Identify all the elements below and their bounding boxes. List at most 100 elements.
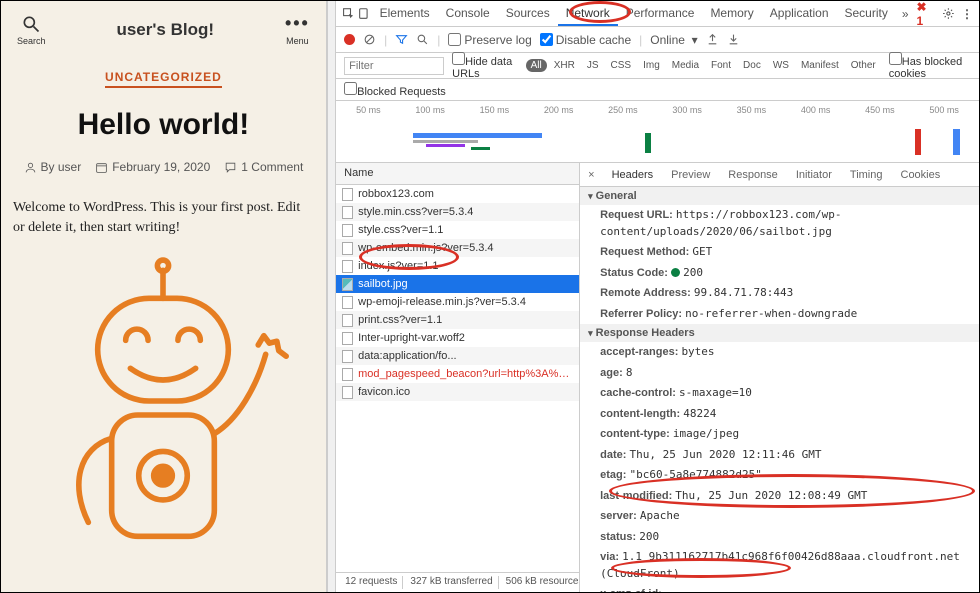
request-list-header[interactable]: Name: [336, 163, 579, 185]
file-icon: [342, 188, 353, 201]
request-row[interactable]: wp-emoji-release.min.js?ver=5.3.4: [336, 293, 579, 311]
detail-tabs: × HeadersPreviewResponseInitiatorTimingC…: [580, 163, 979, 187]
tab-elements[interactable]: Elements: [372, 2, 438, 26]
request-detail-pane: × HeadersPreviewResponseInitiatorTimingC…: [580, 163, 979, 592]
clear-icon[interactable]: [363, 33, 376, 46]
header-row: date: Thu, 25 Jun 2020 12:11:46 GMT: [580, 445, 979, 466]
filter-type-js[interactable]: JS: [582, 59, 604, 72]
request-row[interactable]: style.min.css?ver=5.3.4: [336, 203, 579, 221]
more-tabs[interactable]: »: [898, 7, 913, 21]
tab-console[interactable]: Console: [438, 2, 498, 26]
tab-memory[interactable]: Memory: [702, 2, 761, 26]
inspect-icon[interactable]: [342, 7, 355, 20]
request-row[interactable]: data:application/fo...: [336, 347, 579, 365]
file-icon: [342, 314, 353, 327]
header-row: cache-control: s-maxage=10: [580, 383, 979, 404]
file-icon: [342, 368, 353, 381]
detail-tab-preview[interactable]: Preview: [662, 165, 719, 185]
download-icon[interactable]: [727, 33, 740, 46]
file-icon: [342, 224, 353, 237]
request-row[interactable]: wp-embed.min.js?ver=5.3.4: [336, 239, 579, 257]
tab-application[interactable]: Application: [762, 2, 837, 26]
tab-performance[interactable]: Performance: [618, 2, 703, 26]
request-name: style.min.css?ver=5.3.4: [358, 206, 473, 218]
filter-type-css[interactable]: CSS: [606, 59, 637, 72]
request-name: sailbot.jpg: [358, 278, 408, 290]
filter-input[interactable]: [344, 57, 444, 75]
request-row[interactable]: print.css?ver=1.1: [336, 311, 579, 329]
section-header[interactable]: Response Headers: [580, 324, 979, 342]
post-title: Hello world!: [11, 108, 316, 142]
kebab-icon[interactable]: ⋮: [961, 7, 973, 21]
request-name: robbox123.com: [358, 188, 434, 200]
request-row[interactable]: favicon.ico: [336, 383, 579, 401]
vertical-splitter[interactable]: [327, 1, 336, 592]
request-row[interactable]: Inter-upright-var.woff2: [336, 329, 579, 347]
request-list-pane: Name robbox123.com style.min.css?ver=5.3.…: [336, 163, 580, 592]
filter-icon[interactable]: [395, 33, 408, 46]
post-category[interactable]: UNCATEGORIZED: [105, 70, 222, 88]
section-header[interactable]: General: [580, 187, 979, 205]
filter-type-other[interactable]: Other: [846, 59, 881, 72]
header-row: Request Method: GET: [580, 242, 979, 263]
header-row: status: 200: [580, 527, 979, 548]
file-icon: [342, 350, 353, 363]
header-row: Status Code: 200: [580, 263, 979, 284]
header-row: content-length: 48224: [580, 404, 979, 425]
request-name: favicon.ico: [358, 386, 410, 398]
filter-type-doc[interactable]: Doc: [738, 59, 766, 72]
request-row[interactable]: mod_pagespeed_beacon?url=http%3A%2F%2Fro…: [336, 365, 579, 383]
request-row[interactable]: robbox123.com: [336, 185, 579, 203]
filter-type-ws[interactable]: WS: [768, 59, 794, 72]
search-label: Search: [17, 36, 46, 46]
header-row: content-type: image/jpeg: [580, 424, 979, 445]
filter-type-font[interactable]: Font: [706, 59, 736, 72]
request-name: print.css?ver=1.1: [358, 314, 442, 326]
header-row: last-modified: Thu, 25 Jun 2020 12:08:49…: [580, 486, 979, 507]
detail-tab-timing[interactable]: Timing: [841, 165, 892, 185]
network-timeline[interactable]: 50 ms100 ms150 ms200 ms250 ms300 ms350 m…: [336, 101, 979, 163]
blocked-requests-row: Blocked Requests: [336, 79, 979, 101]
filter-type-xhr[interactable]: XHR: [549, 59, 580, 72]
filter-type-manifest[interactable]: Manifest: [796, 59, 844, 72]
request-name: style.css?ver=1.1: [358, 224, 443, 236]
request-row[interactable]: sailbot.jpg: [336, 275, 579, 293]
blocked-cookies-checkbox[interactable]: Has blocked cookies: [889, 52, 971, 80]
header-row: Request URL: https://robbox123.com/wp-co…: [580, 205, 979, 242]
filter-type-img[interactable]: Img: [638, 59, 665, 72]
upload-icon[interactable]: [706, 33, 719, 46]
hide-data-urls-checkbox[interactable]: Hide data URLs: [452, 52, 517, 80]
blocked-requests-checkbox[interactable]: Blocked Requests: [344, 82, 446, 98]
tab-sources[interactable]: Sources: [498, 2, 558, 26]
detail-tab-initiator[interactable]: Initiator: [787, 165, 841, 185]
tab-network[interactable]: Network: [558, 2, 618, 26]
detail-tab-cookies[interactable]: Cookies: [892, 165, 950, 185]
comments[interactable]: 1 Comment: [224, 160, 303, 174]
filter-type-all[interactable]: All: [526, 59, 547, 72]
comment-icon: [224, 161, 237, 174]
menu-button[interactable]: ••• Menu: [285, 13, 310, 46]
filter-bar: Hide data URLs AllXHRJSCSSImgMediaFontDo…: [336, 53, 979, 79]
file-icon: [342, 260, 353, 273]
search-icon[interactable]: [416, 33, 429, 46]
request-row[interactable]: style.css?ver=1.1: [336, 221, 579, 239]
device-icon[interactable]: [357, 7, 370, 20]
preserve-log-checkbox[interactable]: Preserve log: [448, 33, 531, 47]
request-row[interactable]: index.js?ver=1.1: [336, 257, 579, 275]
file-icon: [342, 332, 353, 345]
gear-icon[interactable]: [942, 7, 955, 20]
robot-icon: [23, 251, 303, 551]
filter-type-media[interactable]: Media: [667, 59, 704, 72]
detail-tab-headers[interactable]: Headers: [603, 165, 663, 185]
user-icon: [24, 161, 37, 174]
record-button[interactable]: [344, 34, 355, 45]
search-button[interactable]: Search: [17, 14, 46, 46]
throttle-select[interactable]: Online ▾: [650, 33, 697, 47]
post-content: Welcome to WordPress. This is your first…: [11, 198, 316, 237]
header-row: Referrer Policy: no-referrer-when-downgr…: [580, 304, 979, 325]
close-detail-button[interactable]: ×: [580, 169, 602, 181]
tab-security[interactable]: Security: [837, 2, 896, 26]
disable-cache-checkbox[interactable]: Disable cache: [540, 33, 631, 47]
error-badge[interactable]: ✖ 1: [917, 0, 937, 28]
detail-tab-response[interactable]: Response: [719, 165, 787, 185]
